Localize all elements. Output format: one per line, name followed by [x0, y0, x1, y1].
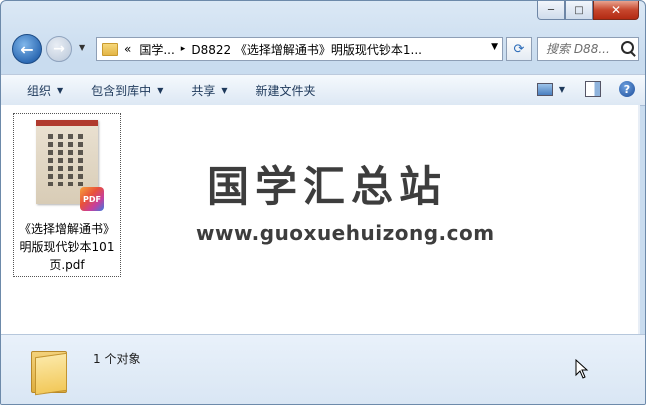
- breadcrumb-guoxue[interactable]: 国学...: [139, 41, 174, 58]
- organize-menu[interactable]: 组织 ▼: [1, 75, 77, 105]
- navigation-bar: ← → ▼ « 国学... ▸ D8822 《选择增解通书》明版现代钞本1...…: [1, 31, 645, 67]
- address-overflow[interactable]: «: [124, 42, 131, 56]
- preview-pane-icon[interactable]: [585, 81, 601, 97]
- maximize-icon: □: [574, 4, 584, 16]
- recent-pages-dropdown[interactable]: ▼: [79, 43, 85, 52]
- file-item-pdf[interactable]: PDF 《选择增解通书》明版现代钞本101页.pdf: [13, 113, 121, 277]
- minimize-icon: ─: [547, 4, 555, 16]
- share-menu[interactable]: 共享 ▼: [177, 75, 241, 105]
- close-button[interactable]: ✕: [593, 1, 639, 20]
- back-button[interactable]: ←: [12, 34, 42, 64]
- folder-large-icon: [31, 347, 69, 396]
- command-toolbar: 组织 ▼ 包含到库中 ▼ 共享 ▼ 新建文件夹 ▼ ?: [1, 74, 645, 106]
- toolbar-right-group: ▼ ?: [536, 81, 635, 97]
- details-pane: 1 个对象: [1, 334, 645, 404]
- organize-label: 组织: [27, 83, 52, 98]
- item-count: 1 个对象: [93, 352, 141, 366]
- search-input[interactable]: [544, 41, 624, 57]
- breadcrumb-separator-icon[interactable]: ▸: [181, 44, 186, 54]
- new-folder-label: 新建文件夹: [255, 83, 316, 98]
- search-box[interactable]: [537, 37, 639, 61]
- chevron-down-icon: ▼: [221, 85, 228, 95]
- mouse-cursor-icon: [575, 359, 589, 379]
- explorer-window: ─ □ ✕ ← → ▼ « 国学... ▸ D8822 《选择增解通书》明版现代…: [0, 0, 646, 405]
- address-dropdown-icon[interactable]: ▼: [491, 42, 498, 52]
- watermark: 国学汇总站 www.guoxuehuizong.com: [196, 162, 495, 246]
- refresh-button[interactable]: ⟳: [506, 37, 532, 61]
- forward-arrow-icon: →: [53, 41, 65, 57]
- chevron-down-icon: ▼: [79, 43, 86, 52]
- file-name-label: 《选择增解通书》明版现代钞本101页.pdf: [18, 222, 115, 272]
- search-icon[interactable]: [621, 41, 634, 54]
- back-arrow-icon: ←: [20, 39, 34, 59]
- refresh-icon: ⟳: [513, 41, 525, 57]
- maximize-button[interactable]: □: [565, 1, 593, 20]
- scrollbar-track[interactable]: [638, 105, 640, 334]
- pdf-icon: PDF: [80, 187, 104, 211]
- new-folder-button[interactable]: 新建文件夹: [242, 75, 330, 105]
- chevron-down-icon: ▼: [57, 85, 64, 95]
- forward-button[interactable]: →: [46, 36, 72, 62]
- minimize-button[interactable]: ─: [537, 1, 565, 20]
- breadcrumb-current-folder[interactable]: D8822 《选择增解通书》明版现代钞本1...: [191, 41, 422, 58]
- close-icon: ✕: [610, 3, 622, 17]
- file-list-area[interactable]: PDF 《选择增解通书》明版现代钞本101页.pdf 国学汇总站 www.guo…: [1, 105, 638, 334]
- watermark-url: www.guoxuehuizong.com: [196, 221, 495, 245]
- help-icon[interactable]: ?: [619, 81, 635, 97]
- address-bar[interactable]: « 国学... ▸ D8822 《选择增解通书》明版现代钞本1... ▼: [96, 37, 503, 61]
- folder-icon: [102, 42, 118, 56]
- share-label: 共享: [191, 83, 216, 98]
- view-options-icon[interactable]: [536, 82, 553, 96]
- watermark-title: 国学汇总站: [206, 162, 447, 211]
- include-in-library-menu[interactable]: 包含到库中 ▼: [77, 75, 177, 105]
- chevron-down-icon: ▼: [157, 85, 164, 95]
- caption-buttons: ─ □ ✕: [537, 1, 639, 20]
- chevron-down-icon[interactable]: ▼: [559, 85, 565, 94]
- include-library-label: 包含到库中: [91, 83, 152, 98]
